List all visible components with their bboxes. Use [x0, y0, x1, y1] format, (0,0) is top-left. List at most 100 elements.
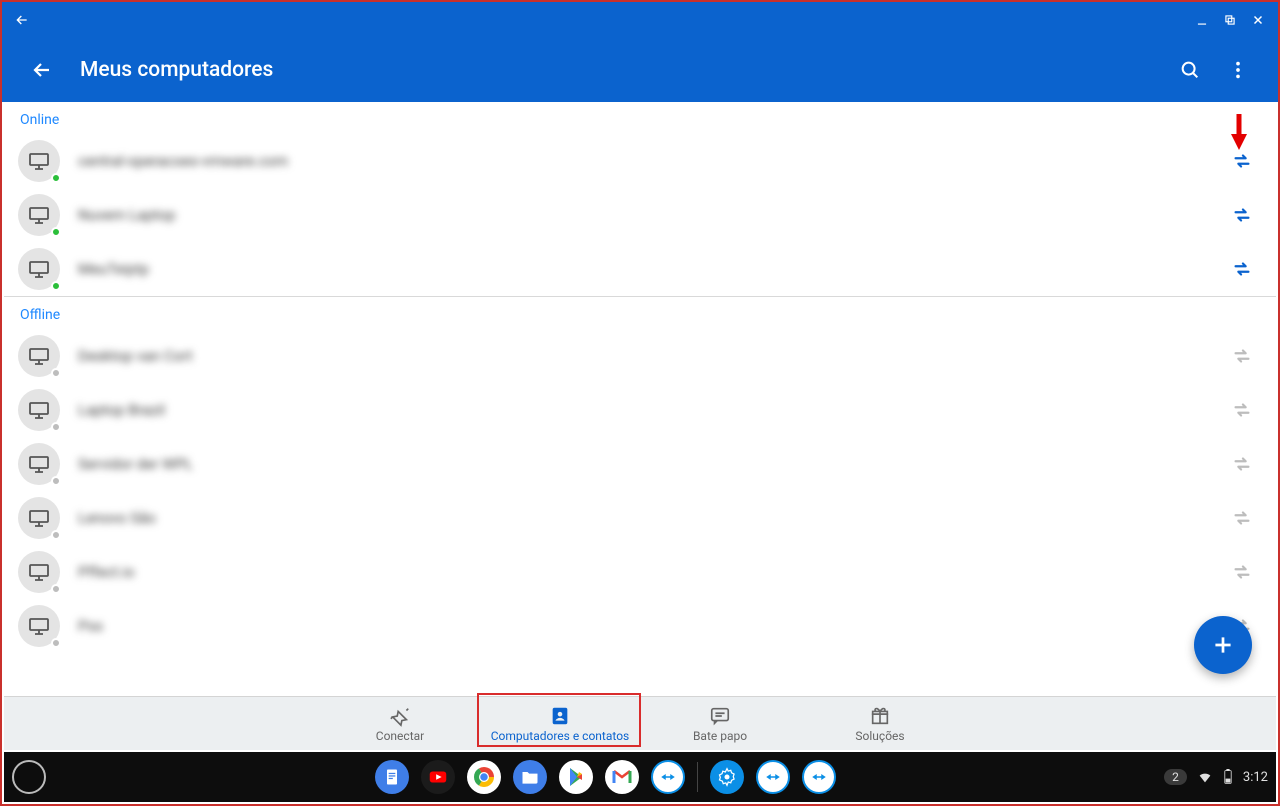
docs-icon	[382, 767, 402, 787]
titlebar-back-button[interactable]	[8, 6, 36, 34]
wifi-icon	[1197, 769, 1213, 785]
arrow-left-icon	[14, 12, 30, 28]
computer-name: Desktop van Cort	[78, 347, 193, 365]
minimize-button[interactable]	[1188, 6, 1216, 34]
nav-computers[interactable]: Computadores e contatos	[480, 697, 640, 750]
maximize-button[interactable]	[1216, 6, 1244, 34]
connect-action-button[interactable]	[1222, 141, 1262, 181]
offline-section-label: Offline	[4, 297, 1276, 329]
shelf-app-teamviewer[interactable]	[651, 760, 685, 794]
monitor-icon	[27, 257, 51, 281]
monitor-icon	[27, 506, 51, 530]
computer-row[interactable]: Desktop van Cort	[4, 329, 1276, 383]
swap-arrows-icon	[1231, 204, 1253, 226]
bottom-navigation: Conectar Computadores e contatos Bate pa…	[4, 696, 1276, 750]
computer-name: MeuTeiptp	[78, 260, 149, 278]
computer-row[interactable]: Servidor der WPL	[4, 437, 1276, 491]
computer-avatar	[18, 389, 60, 431]
maximize-icon	[1223, 13, 1237, 27]
shelf-app-host[interactable]	[802, 760, 836, 794]
computer-avatar	[18, 497, 60, 539]
monitor-icon	[27, 560, 51, 584]
swap-arrows-icon	[1231, 258, 1253, 280]
teamviewer-icon	[659, 768, 677, 786]
minimize-icon	[1195, 13, 1209, 27]
gmail-icon	[610, 765, 634, 789]
launcher-button[interactable]	[12, 760, 46, 794]
computer-row[interactable]: Nuvem Laptop	[4, 188, 1276, 242]
notification-count[interactable]: 2	[1164, 769, 1187, 785]
computer-name: Nuvem Laptop	[78, 206, 175, 224]
clock: 3:12	[1243, 770, 1268, 785]
search-icon	[1179, 59, 1201, 81]
nav-chat[interactable]: Bate papo	[640, 697, 800, 750]
swap-arrows-icon	[1231, 453, 1253, 475]
status-dot	[51, 530, 61, 540]
add-fab-button[interactable]	[1194, 616, 1252, 674]
computer-row[interactable]: Laptop Brazil	[4, 383, 1276, 437]
monitor-icon	[27, 452, 51, 476]
computer-name: Pss	[78, 617, 103, 635]
computer-avatar	[18, 335, 60, 377]
connect-action-button[interactable]	[1222, 195, 1262, 235]
computer-row[interactable]: Pffect.io	[4, 545, 1276, 599]
computer-row[interactable]: Lenovo São	[4, 491, 1276, 545]
more-menu-button[interactable]	[1214, 46, 1262, 94]
shelf-app-gmail[interactable]	[605, 760, 639, 794]
nav-connect-label: Conectar	[376, 729, 424, 743]
nav-solutions[interactable]: Soluções	[800, 697, 960, 750]
chat-icon	[709, 705, 731, 727]
shelf-app-playstore[interactable]	[559, 760, 593, 794]
status-dot	[51, 476, 61, 486]
nav-computers-label: Computadores e contatos	[491, 729, 629, 743]
teamviewer-qs-icon	[764, 768, 782, 786]
plus-icon	[1210, 632, 1236, 658]
gift-icon	[869, 705, 891, 727]
swap-arrows-icon	[1231, 561, 1253, 583]
connect-action-button[interactable]	[1222, 249, 1262, 289]
monitor-icon	[27, 398, 51, 422]
search-button[interactable]	[1166, 46, 1214, 94]
computer-avatar	[18, 140, 60, 182]
teamviewer-host-icon	[810, 768, 828, 786]
page-title: Meus computadores	[80, 58, 273, 82]
youtube-icon	[427, 766, 449, 788]
status-dot	[51, 422, 61, 432]
arrow-back-icon	[30, 58, 54, 82]
computer-name: Laptop Brazil	[78, 401, 165, 419]
gear-icon	[717, 767, 737, 787]
swap-arrows-icon	[1231, 345, 1253, 367]
window-titlebar	[2, 2, 1278, 38]
shelf-app-docs[interactable]	[375, 760, 409, 794]
shelf-app-chrome[interactable]	[467, 760, 501, 794]
chrome-icon	[469, 762, 499, 792]
computer-avatar	[18, 605, 60, 647]
shelf-app-youtube[interactable]	[421, 760, 455, 794]
monitor-icon	[27, 149, 51, 173]
connect-action-button[interactable]	[1222, 390, 1262, 430]
close-window-button[interactable]	[1244, 6, 1272, 34]
connect-action-button[interactable]	[1222, 498, 1262, 538]
connect-icon	[389, 705, 411, 727]
shelf-app-settings[interactable]	[710, 760, 744, 794]
nav-solutions-label: Soluções	[855, 729, 904, 743]
swap-arrows-icon	[1231, 150, 1253, 172]
status-dot	[51, 173, 61, 183]
computer-name: central-operacoes-vmware.com	[78, 152, 288, 170]
toolbar-back-button[interactable]	[18, 46, 66, 94]
shelf-app-files[interactable]	[513, 760, 547, 794]
monitor-icon	[27, 614, 51, 638]
connect-action-button[interactable]	[1222, 444, 1262, 484]
connect-action-button[interactable]	[1222, 336, 1262, 376]
system-tray[interactable]: 2 3:12	[1164, 769, 1268, 785]
computer-row[interactable]: MeuTeiptp	[4, 242, 1276, 296]
connect-action-button[interactable]	[1222, 552, 1262, 592]
shelf-app-quicksupport[interactable]	[756, 760, 790, 794]
more-vert-icon	[1227, 59, 1249, 81]
computer-name: Pffect.io	[78, 563, 135, 581]
computer-row[interactable]: Pss	[4, 599, 1276, 653]
computer-row[interactable]: central-operacoes-vmware.com	[4, 134, 1276, 188]
nav-connect[interactable]: Conectar	[320, 697, 480, 750]
swap-arrows-icon	[1231, 507, 1253, 529]
monitor-icon	[27, 344, 51, 368]
